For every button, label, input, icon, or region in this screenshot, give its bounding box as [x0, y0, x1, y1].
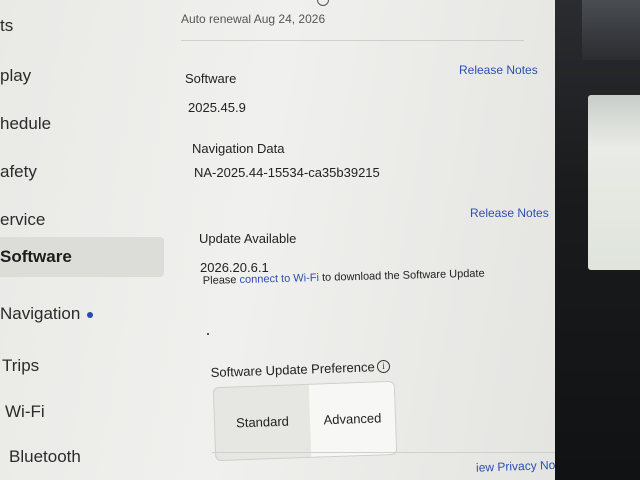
sidebar-item-software[interactable]: Software — [0, 237, 164, 277]
sidebar-item-label: Trips — [2, 356, 40, 375]
navigation-data-heading: Navigation Data — [192, 141, 285, 156]
bullet-dot — [207, 333, 209, 335]
preference-advanced-option[interactable]: Advanced — [308, 381, 397, 457]
message-text: Please — [202, 274, 240, 287]
sidebar-item-label: Software — [0, 247, 72, 266]
sidebar-item-label: Wi-Fi — [5, 402, 45, 421]
info-icon[interactable] — [317, 0, 329, 6]
info-icon[interactable]: i — [377, 360, 390, 373]
message-text: to download the Software Update — [318, 267, 485, 284]
sidebar-item-display[interactable]: play — [0, 66, 31, 86]
sidebar-item-label: Navigation — [0, 304, 81, 323]
update-available-heading: Update Available — [199, 231, 297, 246]
sidebar-item-label: Bluetooth — [9, 447, 81, 466]
sidebar-item-label: play — [0, 66, 32, 85]
divider — [212, 452, 555, 453]
sidebar-item-safety[interactable]: afety — [0, 162, 37, 182]
renewal-date: Auto renewal Aug 24, 2026 — [181, 12, 326, 26]
sidebar-item-schedule[interactable]: hedule — [0, 114, 51, 134]
sidebar-item-bluetooth[interactable]: Bluetooth — [9, 447, 81, 467]
divider — [181, 40, 524, 41]
sidebar-item-label: ervice — [0, 210, 46, 229]
sidebar: ts play hedule afety ervice Software Nav… — [0, 0, 170, 480]
sidebar-item-wifi[interactable]: Wi-Fi — [5, 402, 45, 422]
software-heading: Software — [185, 71, 237, 86]
update-preference-selector: Standard Advanced — [212, 380, 398, 462]
background-top — [582, 0, 640, 60]
preference-standard-option[interactable]: Standard — [214, 385, 311, 460]
sidebar-item-trips[interactable]: Trips — [2, 356, 39, 376]
navigation-data-version: NA-2025.44-15534-ca35b39215 — [194, 165, 380, 180]
connect-wifi-link[interactable]: connect to Wi-Fi — [239, 272, 319, 286]
update-release-notes-link[interactable]: Release Notes — [470, 206, 549, 220]
sidebar-item-navigation[interactable]: Navigation — [0, 304, 94, 324]
settings-screen: ts play hedule afety ervice Software Nav… — [0, 0, 555, 480]
sidebar-item-service[interactable]: ervice — [0, 210, 45, 230]
background-window — [588, 95, 640, 270]
sidebar-item-label: ts — [0, 16, 14, 35]
sidebar-item-label: afety — [0, 162, 37, 181]
software-version: 2025.45.9 — [188, 100, 246, 115]
update-preference-heading: Software Update Preference — [210, 359, 375, 380]
sidebar-item-alerts[interactable]: ts — [0, 16, 13, 36]
view-privacy-notice-link[interactable]: iew Privacy Notice — [476, 457, 555, 474]
sidebar-item-label: hedule — [0, 114, 52, 133]
notification-dot-icon — [87, 311, 94, 318]
software-release-notes-link[interactable]: Release Notes — [459, 63, 538, 77]
